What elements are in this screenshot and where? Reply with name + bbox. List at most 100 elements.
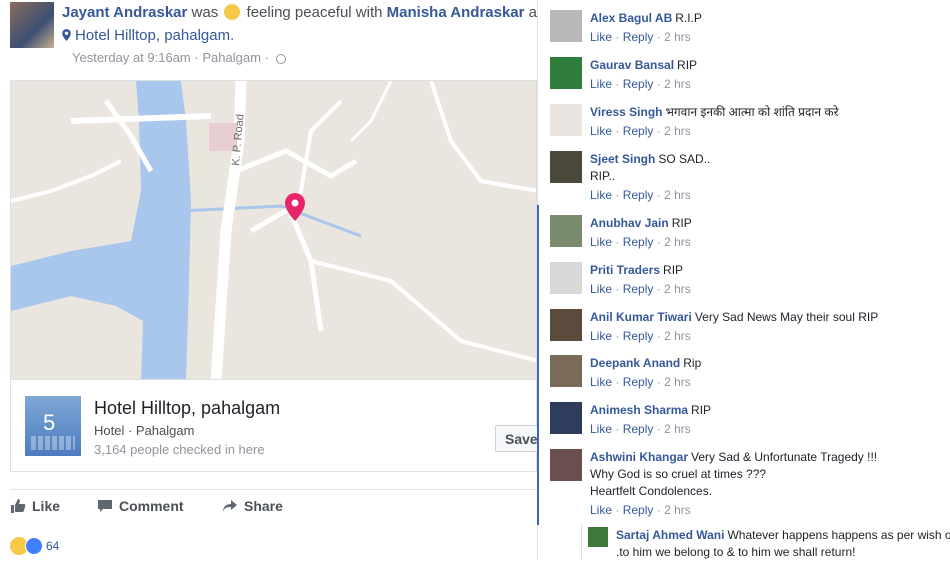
commenter-name[interactable]: Viress Singh bbox=[590, 105, 662, 119]
comment-like-link[interactable]: Like bbox=[590, 503, 612, 517]
comment-first-line: Anubhav Jain RIP bbox=[590, 215, 950, 232]
location-pin-icon bbox=[62, 29, 71, 41]
comment-body: Viress Singh भगवान इनकी आत्मा को शांति प्… bbox=[590, 104, 950, 140]
comment-reply-link[interactable]: Reply bbox=[623, 329, 654, 343]
comment-reply-link[interactable]: Reply bbox=[623, 282, 654, 296]
commenter-avatar[interactable] bbox=[550, 104, 582, 136]
comment-time[interactable]: 2 hrs bbox=[664, 282, 691, 296]
commenter-name[interactable]: Deepank Anand bbox=[590, 356, 680, 370]
comment-like-link[interactable]: Like bbox=[590, 375, 612, 389]
comment-text: Very Sad News May their soul RIP bbox=[694, 310, 879, 324]
commenter-avatar[interactable] bbox=[550, 402, 582, 434]
scroll-indicator bbox=[537, 205, 539, 525]
comment-time[interactable]: 2 hrs bbox=[664, 375, 691, 389]
meta-separator: · bbox=[615, 77, 620, 91]
comment-like-link[interactable]: Like bbox=[590, 124, 612, 138]
meta-separator: · bbox=[656, 503, 661, 517]
meta-separator: · bbox=[615, 503, 620, 517]
comment-text-line: Heartfelt Condolences. bbox=[590, 484, 713, 498]
commenter-avatar[interactable] bbox=[550, 449, 582, 481]
comment-reply-link[interactable]: Reply bbox=[623, 503, 654, 517]
like-button[interactable]: Like bbox=[10, 498, 60, 514]
share-label: Share bbox=[244, 498, 283, 514]
comment-first-line: Gaurav Bansal RIP bbox=[590, 57, 950, 74]
comment-first-line: Deepank Anand Rip bbox=[590, 355, 950, 372]
reactions-summary[interactable]: 64 bbox=[10, 537, 59, 557]
comment-first-line: Alex Bagul AB R.I.P bbox=[590, 10, 950, 27]
location-map[interactable]: K. P. Road bbox=[10, 80, 537, 380]
commenter-name[interactable]: Sjeet Singh bbox=[590, 152, 655, 166]
comment-time[interactable]: 2 hrs bbox=[664, 188, 691, 202]
comment-time[interactable]: 2 hrs bbox=[664, 422, 691, 436]
commenter-avatar[interactable] bbox=[550, 355, 582, 387]
reply-author[interactable]: Sartaj Ahmed Wani bbox=[616, 528, 724, 542]
author-avatar[interactable] bbox=[10, 2, 54, 48]
comment-time[interactable]: 2 hrs bbox=[664, 30, 691, 44]
commenter-name[interactable]: Anil Kumar Tiwari bbox=[590, 310, 692, 324]
comment-first-line: Anil Kumar Tiwari Very Sad News May their… bbox=[590, 309, 950, 326]
post-place[interactable]: Pahalgam bbox=[202, 50, 261, 65]
comment-like-link[interactable]: Like bbox=[590, 77, 612, 91]
comment-reply-link[interactable]: Reply bbox=[623, 30, 654, 44]
comment-text: RIP bbox=[677, 58, 698, 72]
place-category: Hotel · Pahalgam bbox=[94, 423, 195, 438]
comment-time[interactable]: 2 hrs bbox=[664, 77, 691, 91]
comment-reply-link[interactable]: Reply bbox=[623, 422, 654, 436]
comment-body: Anubhav Jain RIP Like · Reply · 2 hrs bbox=[590, 215, 950, 251]
comment-like-link[interactable]: Like bbox=[590, 235, 612, 249]
place-title[interactable]: Hotel Hilltop, pahalgam bbox=[94, 398, 280, 419]
commenter-avatar[interactable] bbox=[550, 57, 582, 89]
comment-first-line: Animesh Sharma RIP bbox=[590, 402, 950, 419]
comment-text: Rip bbox=[683, 356, 702, 370]
share-button[interactable]: Share bbox=[222, 498, 283, 514]
commenter-name[interactable]: Priti Traders bbox=[590, 263, 660, 277]
comment-meta: Like · Reply · 2 hrs bbox=[590, 374, 950, 391]
commenter-avatar[interactable] bbox=[550, 309, 582, 341]
comment-text: Very Sad & Unfortunate Tragedy !!! bbox=[691, 450, 878, 464]
meta-separator: · bbox=[615, 282, 620, 296]
commenter-name[interactable]: Alex Bagul AB bbox=[590, 11, 672, 25]
map-canvas: K. P. Road bbox=[11, 81, 536, 379]
comment-time[interactable]: 2 hrs bbox=[664, 235, 691, 249]
checkin-location-text: Hotel Hilltop, pahalgam. bbox=[75, 27, 235, 44]
comment-time[interactable]: 2 hrs bbox=[664, 503, 691, 517]
comment-reply-link[interactable]: Reply bbox=[623, 124, 654, 138]
commenter-name[interactable]: Gaurav Bansal bbox=[590, 58, 674, 72]
comment-reply-link[interactable]: Reply bbox=[623, 235, 654, 249]
comment-time[interactable]: 2 hrs bbox=[664, 124, 691, 138]
post-meta: Yesterday at 9:16am · Pahalgam · bbox=[72, 50, 286, 65]
comment-button[interactable]: Comment bbox=[97, 498, 184, 514]
comment-like-link[interactable]: Like bbox=[590, 282, 612, 296]
commenter-avatar[interactable] bbox=[550, 215, 582, 247]
comment-like-link[interactable]: Like bbox=[590, 329, 612, 343]
reaction-count[interactable]: 64 bbox=[46, 539, 59, 553]
comment-time[interactable]: 2 hrs bbox=[664, 329, 691, 343]
post-timestamp[interactable]: Yesterday at 9:16am bbox=[72, 50, 191, 65]
checkin-location-link[interactable]: Hotel Hilltop, pahalgam. bbox=[62, 27, 234, 44]
comment-body: Alex Bagul AB R.I.P Like · Reply · 2 hrs bbox=[590, 10, 950, 46]
author-name[interactable]: Jayant Andraskar bbox=[62, 4, 187, 21]
comment-reply-link[interactable]: Reply bbox=[623, 375, 654, 389]
commenter-avatar[interactable] bbox=[550, 262, 582, 294]
place-card[interactable]: 5 Hotel Hilltop, pahalgam Hotel · Pahalg… bbox=[10, 380, 537, 472]
tagged-friend-name[interactable]: Manisha Andraskar bbox=[387, 4, 525, 21]
commenter-avatar[interactable] bbox=[550, 151, 582, 183]
reply-avatar[interactable] bbox=[588, 527, 608, 547]
commenter-name[interactable]: Anubhav Jain bbox=[590, 216, 669, 230]
comment-like-link[interactable]: Like bbox=[590, 188, 612, 202]
commenter-name[interactable]: Ashwini Khangar bbox=[590, 450, 688, 464]
reply-thread-line bbox=[581, 524, 582, 560]
place-thumbnail[interactable]: 5 bbox=[25, 396, 81, 456]
comment-reply-link[interactable]: Reply bbox=[623, 77, 654, 91]
commenter-name[interactable]: Animesh Sharma bbox=[590, 403, 688, 417]
meta-separator: · bbox=[615, 329, 620, 343]
was-text: was bbox=[191, 4, 219, 21]
comment-reply-link[interactable]: Reply bbox=[623, 188, 654, 202]
commenter-avatar[interactable] bbox=[550, 10, 582, 42]
globe-icon[interactable] bbox=[275, 54, 286, 64]
save-button[interactable]: Save bbox=[495, 425, 537, 452]
comment-like-link[interactable]: Like bbox=[590, 30, 612, 44]
reply-text-line2: .to him we belong to & to him we shall r… bbox=[616, 545, 856, 559]
meta-separator: · bbox=[615, 422, 620, 436]
comment-like-link[interactable]: Like bbox=[590, 422, 612, 436]
